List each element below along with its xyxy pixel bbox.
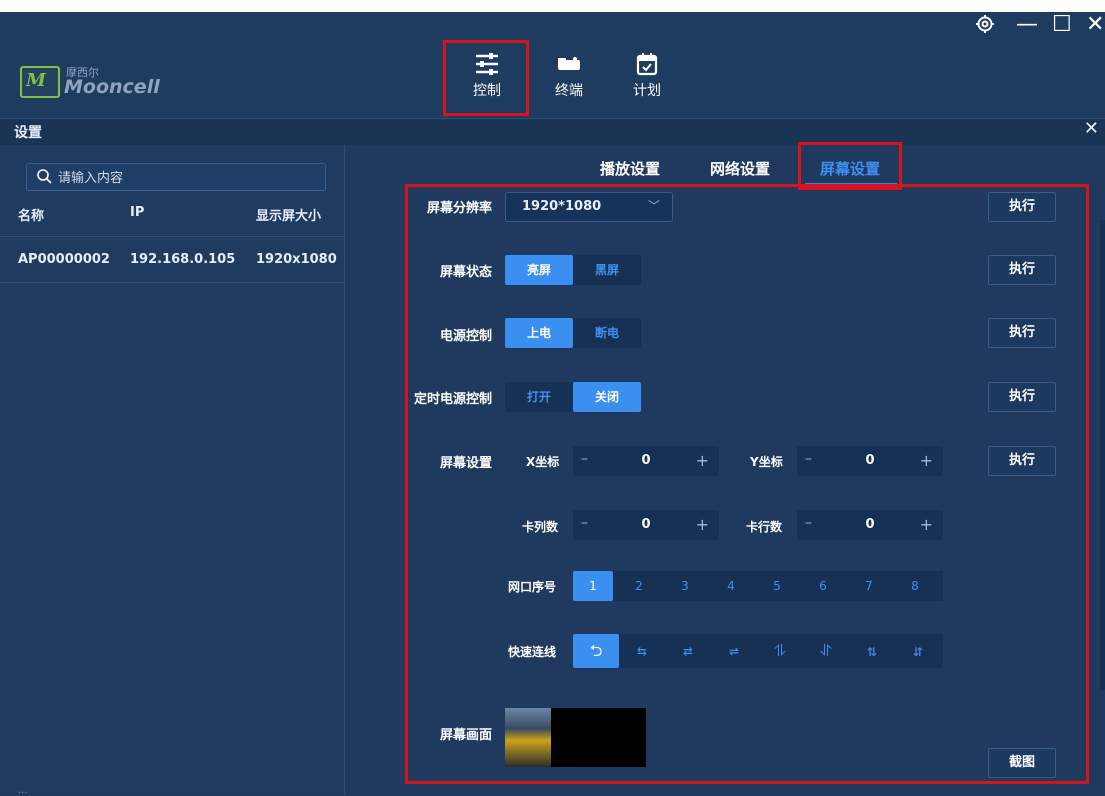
wiring-2-icon[interactable]: ⇆: [619, 634, 665, 668]
nav-label-terminal: 终端: [555, 83, 583, 99]
screen-picture-label: 屏幕画面: [439, 728, 492, 743]
gear-icon[interactable]: [975, 14, 995, 39]
column-header-name[interactable]: 名称: [18, 205, 44, 224]
port-2-button[interactable]: 2: [619, 571, 659, 601]
search-input[interactable]: [56, 165, 320, 191]
settings-close-button[interactable]: ✕: [1084, 118, 1099, 139]
nav-label-plan: 计划: [633, 83, 661, 99]
port-6-button[interactable]: 6: [803, 571, 843, 601]
execute-resolution-button[interactable]: 执行: [988, 192, 1056, 222]
increment-rows-button[interactable]: +: [920, 515, 933, 534]
port-4-button[interactable]: 4: [711, 571, 751, 601]
power-off-option[interactable]: 断电: [573, 318, 641, 348]
increment-x-button[interactable]: +: [696, 451, 709, 470]
minimize-button[interactable]: —: [1016, 14, 1038, 36]
port-selector: 1 2 3 4 5 6 7 8: [573, 571, 943, 601]
column-header-size[interactable]: 显示屏大小: [256, 205, 321, 224]
port-3-button[interactable]: 3: [665, 571, 705, 601]
logo-text: Mooncell: [64, 76, 160, 98]
resolution-value: 1920*1080: [522, 199, 602, 214]
search-icon: [36, 168, 52, 188]
screen-setting-label: 屏幕设置: [439, 456, 492, 471]
terminal-device-icon: [555, 50, 583, 78]
screenshot-button[interactable]: 截图: [988, 748, 1056, 778]
bottom-status: ...: [18, 785, 28, 796]
screen-preview-thumbnail: [505, 708, 551, 767]
wiring-1-icon[interactable]: ⮌: [573, 634, 619, 668]
power-control-label: 电源控制: [439, 329, 492, 344]
screen-state-toggle: 亮屏 黑屏: [505, 255, 641, 285]
port-7-button[interactable]: 7: [849, 571, 889, 601]
wiring-8-icon[interactable]: ⇵: [895, 634, 941, 668]
tab-playback-settings[interactable]: 播放设置: [600, 158, 660, 179]
y-coord-stepper: – 0 +: [797, 446, 943, 476]
card-columns-stepper: – 0 +: [573, 510, 719, 540]
port-5-button[interactable]: 5: [757, 571, 797, 601]
scrollbar[interactable]: [1100, 220, 1105, 690]
maximize-button[interactable]: ☐: [1052, 14, 1072, 36]
chevron-down-icon: ﹀: [647, 199, 660, 213]
card-rows-label: 卡行数: [746, 520, 783, 534]
resolution-label: 屏幕分辨率: [426, 201, 492, 216]
wiring-selector: ⮌ ⇆ ⇄ ⇌ ⥮ ⥯ ⇅ ⇵: [573, 634, 943, 668]
screen-state-label: 屏幕状态: [439, 265, 492, 280]
divider: [0, 282, 344, 283]
resolution-select[interactable]: 1920*1080 ﹀: [505, 192, 673, 222]
timer-power-toggle: 打开 关闭: [505, 382, 641, 412]
port-number-label: 网口序号: [508, 580, 557, 594]
timer-open-option[interactable]: 打开: [505, 382, 573, 412]
calendar-icon: [633, 50, 661, 78]
close-window-button[interactable]: ✕: [1086, 14, 1104, 36]
wiring-4-icon[interactable]: ⇌: [711, 634, 757, 668]
column-header-ip[interactable]: IP: [130, 205, 144, 220]
increment-cols-button[interactable]: +: [696, 515, 709, 534]
nav-item-terminal[interactable]: 终端: [541, 50, 597, 110]
screen-off-option[interactable]: 黑屏: [573, 255, 641, 285]
nav-label-control: 控制: [473, 83, 501, 99]
timer-power-label: 定时电源控制: [413, 392, 492, 407]
wiring-3-icon[interactable]: ⇄: [665, 634, 711, 668]
port-8-button[interactable]: 8: [895, 571, 935, 601]
wiring-5-icon[interactable]: ⥮: [757, 634, 803, 668]
card-rows-stepper: – 0 +: [797, 510, 943, 540]
power-toggle: 上电 断电: [505, 318, 641, 348]
execute-power-button[interactable]: 执行: [988, 318, 1056, 348]
settings-bar: [0, 118, 1105, 145]
quick-wiring-label: 快速连线: [508, 645, 557, 659]
x-coord-stepper: – 0 +: [573, 446, 719, 476]
wiring-7-icon[interactable]: ⇅: [849, 634, 895, 668]
wiring-6-icon[interactable]: ⥯: [803, 634, 849, 668]
nav-item-control[interactable]: 控制: [459, 50, 515, 110]
increment-y-button[interactable]: +: [920, 451, 933, 470]
tab-highlight-box: [798, 142, 902, 190]
cell-name: AP00000002: [18, 252, 110, 267]
logo-mark: M: [20, 66, 60, 98]
timer-close-option[interactable]: 关闭: [573, 382, 641, 412]
top-strip: [0, 0, 1105, 12]
tab-network-settings[interactable]: 网络设置: [710, 158, 770, 179]
port-1-button[interactable]: 1: [573, 571, 613, 601]
settings-title: 设置: [14, 125, 42, 141]
power-on-option[interactable]: 上电: [505, 318, 573, 348]
sliders-icon: [473, 50, 501, 78]
x-coord-label: X坐标: [526, 455, 560, 469]
y-coord-label: Y坐标: [750, 455, 783, 469]
cell-ip: 192.168.0.105: [130, 252, 236, 267]
cell-size: 1920x1080: [256, 252, 337, 267]
execute-coords-button[interactable]: 执行: [988, 446, 1056, 476]
divider: [0, 236, 344, 237]
screen-on-option[interactable]: 亮屏: [505, 255, 573, 285]
card-columns-label: 卡列数: [522, 520, 559, 534]
nav-item-plan[interactable]: 计划: [619, 50, 675, 110]
execute-timer-button[interactable]: 执行: [988, 382, 1056, 412]
execute-state-button[interactable]: 执行: [988, 255, 1056, 285]
